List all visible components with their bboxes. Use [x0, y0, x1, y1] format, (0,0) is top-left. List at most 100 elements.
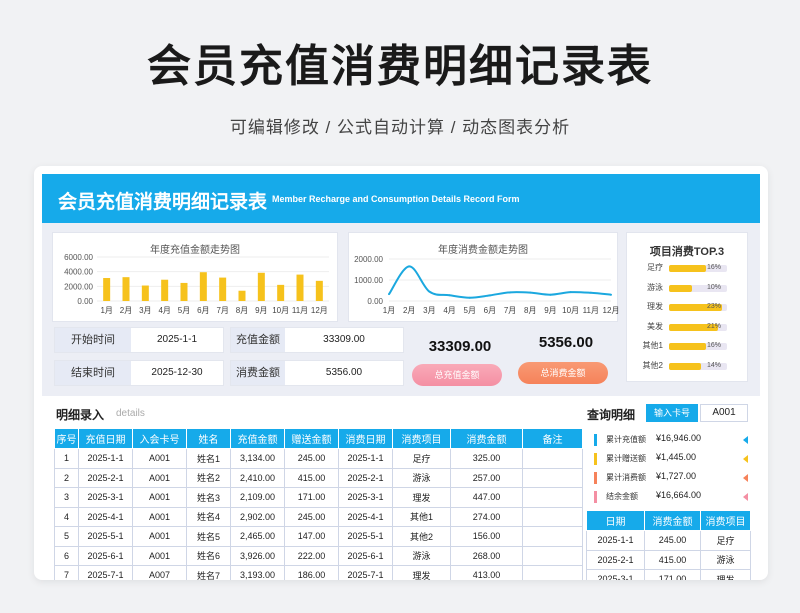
table-cell[interactable]: 156.00 — [450, 526, 523, 547]
table-cell[interactable]: 2025-6-1 — [338, 545, 393, 566]
table-cell[interactable] — [522, 545, 583, 566]
details-column-header[interactable]: 序号 — [54, 428, 79, 449]
table-cell[interactable]: 222.00 — [284, 545, 339, 566]
table-cell[interactable]: 其他2 — [392, 526, 451, 547]
table-cell[interactable]: 1 — [54, 448, 79, 469]
details-column-header[interactable]: 消费金额 — [450, 428, 523, 449]
table-cell[interactable]: A001 — [132, 487, 187, 508]
table-cell[interactable]: 理发 — [700, 569, 751, 580]
total-consume-button[interactable]: 总消费金额 — [518, 362, 608, 384]
end-time-value[interactable]: 2025-12-30 — [131, 361, 223, 385]
details-column-header[interactable]: 充值日期 — [78, 428, 133, 449]
table-cell[interactable]: 理发 — [392, 565, 451, 580]
table-cell[interactable]: 2025-5-1 — [78, 526, 133, 547]
table-cell[interactable]: 其他1 — [392, 506, 451, 527]
consume-chart-panel[interactable]: 年度消费金额走势图 0.00 1000.00 2000.00 1月 2月 3月 4月 5月 6月… — [348, 232, 619, 322]
table-cell[interactable]: 5 — [54, 526, 79, 547]
table-cell[interactable]: 2025-6-1 — [78, 545, 133, 566]
table-cell[interactable]: 268.00 — [450, 545, 523, 566]
table-cell[interactable] — [522, 506, 583, 527]
table-cell[interactable]: 257.00 — [450, 467, 523, 488]
table-cell[interactable]: 2,410.00 — [230, 467, 285, 488]
table-cell[interactable]: 2025-2-1 — [78, 467, 133, 488]
details-column-header[interactable]: 姓名 — [186, 428, 231, 449]
table-cell[interactable] — [522, 467, 583, 488]
table-cell[interactable]: 足疗 — [700, 530, 751, 551]
table-cell[interactable]: A001 — [132, 467, 187, 488]
table-cell[interactable]: 147.00 — [284, 526, 339, 547]
table-cell[interactable]: 3,193.00 — [230, 565, 285, 580]
table-cell[interactable]: 游泳 — [392, 467, 451, 488]
table-cell[interactable]: 6 — [54, 545, 79, 566]
query-column-header[interactable]: 消费项目 — [700, 510, 751, 531]
table-cell[interactable] — [522, 448, 583, 469]
table-cell[interactable]: 3 — [54, 487, 79, 508]
table-cell[interactable]: 7 — [54, 565, 79, 580]
table-cell[interactable]: 447.00 — [450, 487, 523, 508]
table-cell[interactable]: 姓名3 — [186, 487, 231, 508]
start-time-value[interactable]: 2025-1-1 — [131, 328, 223, 352]
recharge-chart-panel[interactable]: 年度充值金额走势图 0.00 2000.00 4000.00 6000.00 1月 2月 3… — [52, 232, 338, 322]
table-cell[interactable]: 171.00 — [644, 569, 701, 580]
table-cell[interactable] — [522, 487, 583, 508]
table-cell[interactable]: 理发 — [392, 487, 451, 508]
table-cell[interactable]: 2,465.00 — [230, 526, 285, 547]
table-cell[interactable]: 325.00 — [450, 448, 523, 469]
table-cell[interactable]: 2025-3-1 — [78, 487, 133, 508]
table-cell[interactable]: 3,134.00 — [230, 448, 285, 469]
table-cell[interactable]: A007 — [132, 565, 187, 580]
table-cell[interactable]: 2025-7-1 — [78, 565, 133, 580]
query-column-header[interactable]: 日期 — [586, 510, 645, 531]
table-cell[interactable]: 足疗 — [392, 448, 451, 469]
details-column-header[interactable]: 消费日期 — [338, 428, 393, 449]
table-cell[interactable]: 274.00 — [450, 506, 523, 527]
details-column-header[interactable]: 充值金额 — [230, 428, 285, 449]
table-cell[interactable] — [522, 526, 583, 547]
table-cell[interactable]: 415.00 — [284, 467, 339, 488]
table-cell[interactable]: 2025-1-1 — [338, 448, 393, 469]
table-cell[interactable]: 2025-3-1 — [586, 569, 645, 580]
table-cell[interactable]: 姓名2 — [186, 467, 231, 488]
table-cell[interactable]: A001 — [132, 506, 187, 527]
query-column-header[interactable]: 消费金额 — [644, 510, 701, 531]
table-cell[interactable]: 2 — [54, 467, 79, 488]
table-cell[interactable]: 2025-2-1 — [338, 467, 393, 488]
table-cell[interactable]: 245.00 — [284, 448, 339, 469]
details-column-header[interactable]: 入会卡号 — [132, 428, 187, 449]
table-cell[interactable]: 游泳 — [700, 549, 751, 570]
table-cell[interactable]: 姓名4 — [186, 506, 231, 527]
table-cell[interactable]: 2025-7-1 — [338, 565, 393, 580]
table-cell[interactable]: 2,109.00 — [230, 487, 285, 508]
table-cell[interactable]: 3,926.00 — [230, 545, 285, 566]
table-cell[interactable]: 2025-4-1 — [338, 506, 393, 527]
table-cell[interactable]: 413.00 — [450, 565, 523, 580]
details-column-header[interactable]: 消费项目 — [392, 428, 451, 449]
table-cell[interactable] — [522, 565, 583, 580]
table-cell[interactable]: 2025-5-1 — [338, 526, 393, 547]
table-cell[interactable]: 2025-2-1 — [586, 549, 645, 570]
top3-label: 理发 — [647, 302, 663, 311]
card-input[interactable]: A001 — [700, 404, 748, 422]
table-cell[interactable]: 2025-3-1 — [338, 487, 393, 508]
table-cell[interactable]: 2025-1-1 — [586, 530, 645, 551]
table-cell[interactable]: 4 — [54, 506, 79, 527]
table-cell[interactable]: 245.00 — [644, 530, 701, 551]
table-cell[interactable]: 171.00 — [284, 487, 339, 508]
table-cell[interactable]: 186.00 — [284, 565, 339, 580]
table-cell[interactable]: 姓名1 — [186, 448, 231, 469]
total-recharge-button[interactable]: 总充值金额 — [412, 364, 502, 386]
table-cell[interactable]: A001 — [132, 448, 187, 469]
table-cell[interactable]: 2025-1-1 — [78, 448, 133, 469]
table-cell[interactable]: 415.00 — [644, 549, 701, 570]
table-cell[interactable]: 姓名6 — [186, 545, 231, 566]
table-cell[interactable]: 2,902.00 — [230, 506, 285, 527]
details-column-header[interactable]: 赠送金额 — [284, 428, 339, 449]
table-cell[interactable]: A001 — [132, 545, 187, 566]
table-cell[interactable]: 姓名7 — [186, 565, 231, 580]
table-cell[interactable]: 245.00 — [284, 506, 339, 527]
table-cell[interactable]: A001 — [132, 526, 187, 547]
table-cell[interactable]: 2025-4-1 — [78, 506, 133, 527]
table-cell[interactable]: 游泳 — [392, 545, 451, 566]
table-cell[interactable]: 姓名5 — [186, 526, 231, 547]
details-column-header[interactable]: 备注 — [522, 428, 583, 449]
